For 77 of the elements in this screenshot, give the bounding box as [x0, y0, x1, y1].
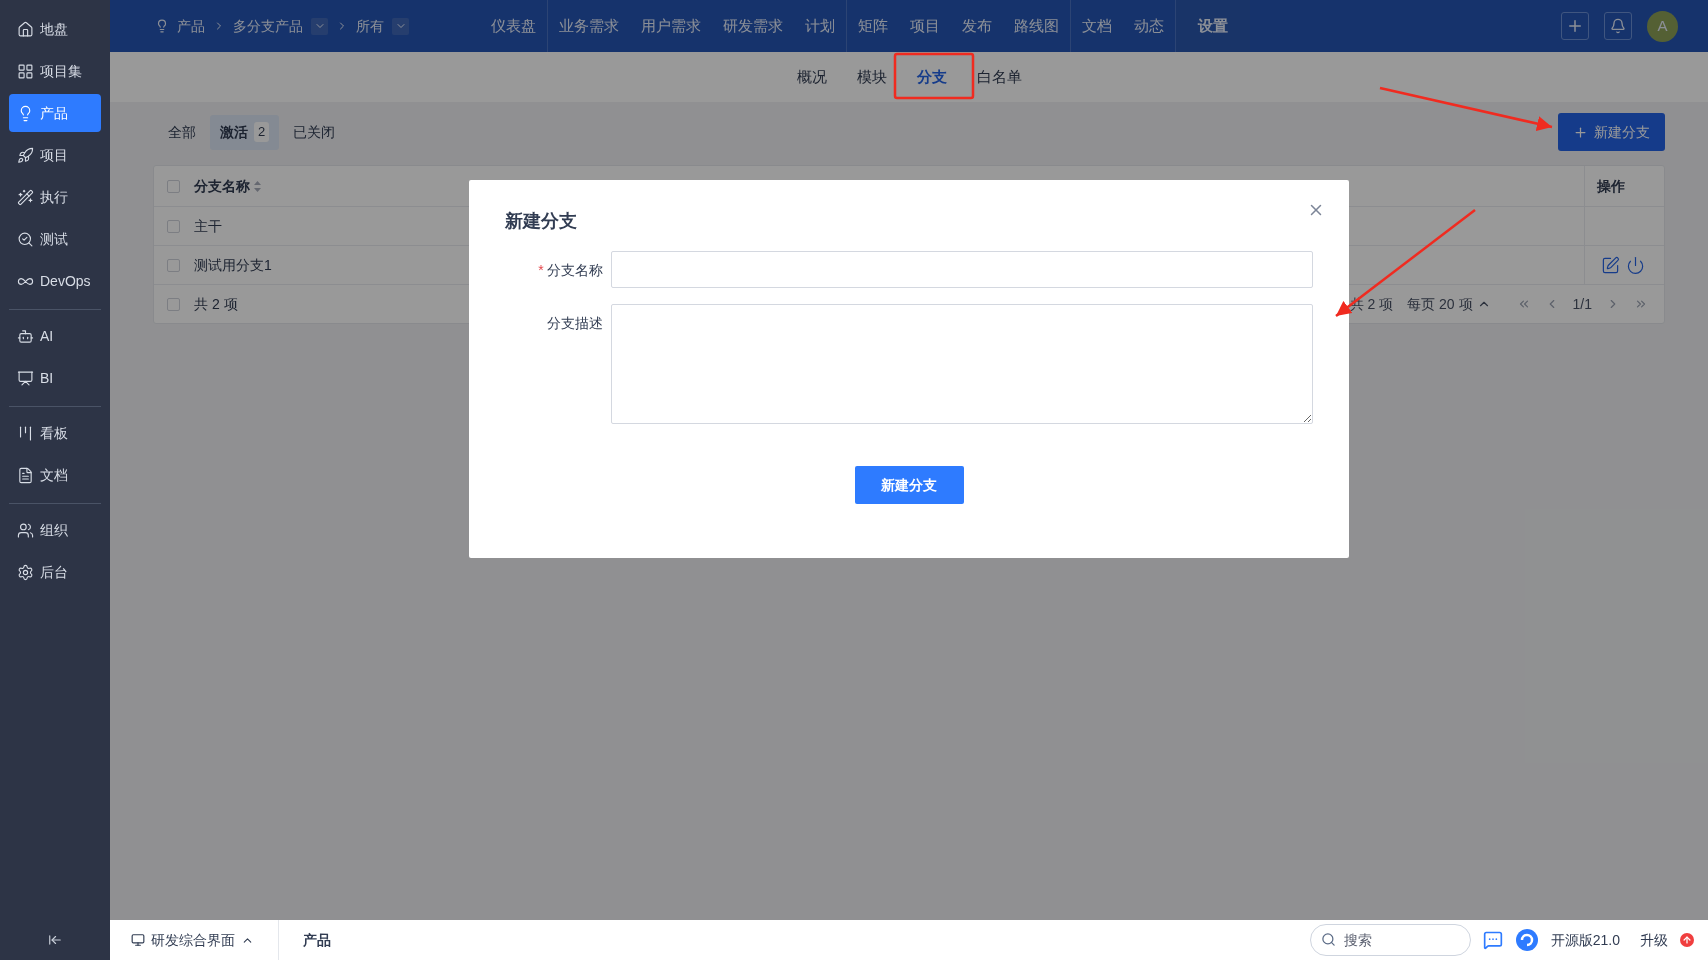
sidebar-item[interactable]: 测试: [9, 220, 101, 258]
last-page-icon[interactable]: [1634, 297, 1648, 311]
column-header: 操作: [1597, 176, 1625, 196]
rocket-icon: [17, 146, 34, 164]
page-indicator: 1/1: [1572, 294, 1592, 314]
dropdown-button[interactable]: [392, 17, 409, 35]
people-icon: [17, 521, 34, 539]
sidebar-item[interactable]: 看板: [9, 414, 101, 452]
workspace-switcher[interactable]: 研发综合界面: [110, 920, 279, 960]
checkbox[interactable]: [167, 297, 180, 311]
bottom-breadcrumb: 产品: [302, 930, 331, 950]
collapse-icon[interactable]: [48, 933, 62, 947]
subnav-tab[interactable]: 白名单: [962, 65, 1036, 89]
nav-tab[interactable]: 仪表盘: [480, 0, 547, 52]
field-label: 分支名称: [546, 261, 603, 280]
table-cell-text: 测试用分支1: [194, 255, 272, 275]
breadcrumb-link[interactable]: 产品: [177, 15, 205, 37]
document-icon: [17, 466, 34, 484]
monitor-icon: [131, 933, 145, 947]
sidebar-item[interactable]: 执行: [9, 178, 101, 216]
sidebar-item[interactable]: 后台: [9, 553, 101, 591]
bell-icon: [1610, 18, 1626, 34]
subnav-tab[interactable]: 概况: [782, 65, 841, 89]
search-icon: [17, 230, 34, 248]
checkbox[interactable]: [167, 179, 180, 193]
filter-tab[interactable]: 全部: [158, 114, 206, 150]
create-branch-button[interactable]: 新建分支: [1558, 113, 1665, 151]
checkbox[interactable]: [167, 258, 180, 272]
sidebar-item[interactable]: 文档: [9, 456, 101, 494]
sidebar-item[interactable]: 地盘: [9, 10, 101, 48]
sidebar-item[interactable]: DevOps: [9, 262, 101, 300]
settings-icon: [17, 563, 34, 581]
edit-icon[interactable]: [1601, 255, 1620, 275]
required-mark: *: [538, 261, 544, 280]
logo-icon: [1514, 928, 1539, 952]
field-label: 分支描述: [546, 314, 603, 333]
column-header[interactable]: 分支名称: [194, 175, 262, 197]
submit-button[interactable]: 新建分支: [854, 466, 964, 504]
sidebar-item[interactable]: AI: [9, 317, 101, 355]
sort-icon[interactable]: [253, 179, 262, 193]
subnav-tab[interactable]: 分支: [902, 65, 961, 89]
sidebar-item[interactable]: BI: [9, 359, 101, 397]
grid-icon: [17, 62, 34, 80]
table-cell-text: 主干: [194, 216, 222, 236]
plus-icon: [1573, 124, 1588, 140]
description-field[interactable]: [610, 304, 1313, 424]
home-icon: [17, 20, 34, 38]
dialog-title: 新建分支: [505, 210, 577, 233]
chart-board-icon: [17, 369, 34, 387]
breadcrumb-link[interactable]: 所有: [356, 15, 384, 37]
plus-icon: [1566, 17, 1584, 35]
filter-tab[interactable]: 激活 2: [210, 114, 280, 150]
sidebar-item[interactable]: 组织: [9, 511, 101, 549]
sidebar-item[interactable]: 项目集: [9, 52, 101, 90]
dropdown-button[interactable]: [311, 17, 328, 35]
checkbox[interactable]: [167, 219, 180, 233]
ai-chat-icon[interactable]: [1482, 930, 1503, 950]
filter-tab[interactable]: 已关闭: [283, 114, 346, 150]
add-button[interactable]: [1561, 12, 1589, 40]
upgrade-link[interactable]: 升级: [1640, 929, 1668, 951]
total-count: 共 2 项: [194, 294, 238, 314]
version-label: 开源版21.0: [1550, 930, 1620, 950]
notification-button[interactable]: [1604, 12, 1632, 40]
search-icon: [1320, 932, 1336, 947]
wand-icon: [17, 188, 34, 206]
power-icon[interactable]: [1626, 255, 1645, 275]
breadcrumb-link[interactable]: 多分支产品: [233, 15, 303, 37]
lightbulb-icon: [155, 19, 169, 33]
page-size-select[interactable]: 每页 20 项: [1407, 293, 1491, 315]
subnav-tab[interactable]: 模块: [842, 65, 901, 89]
board-icon: [17, 424, 34, 442]
name-field[interactable]: [610, 251, 1313, 288]
sidebar-item[interactable]: 产品: [9, 94, 101, 132]
upgrade-icon: [1680, 933, 1694, 947]
search-field[interactable]: 搜索: [1309, 924, 1471, 956]
sidebar-item[interactable]: 项目: [9, 136, 101, 174]
robot-icon: [17, 327, 34, 345]
